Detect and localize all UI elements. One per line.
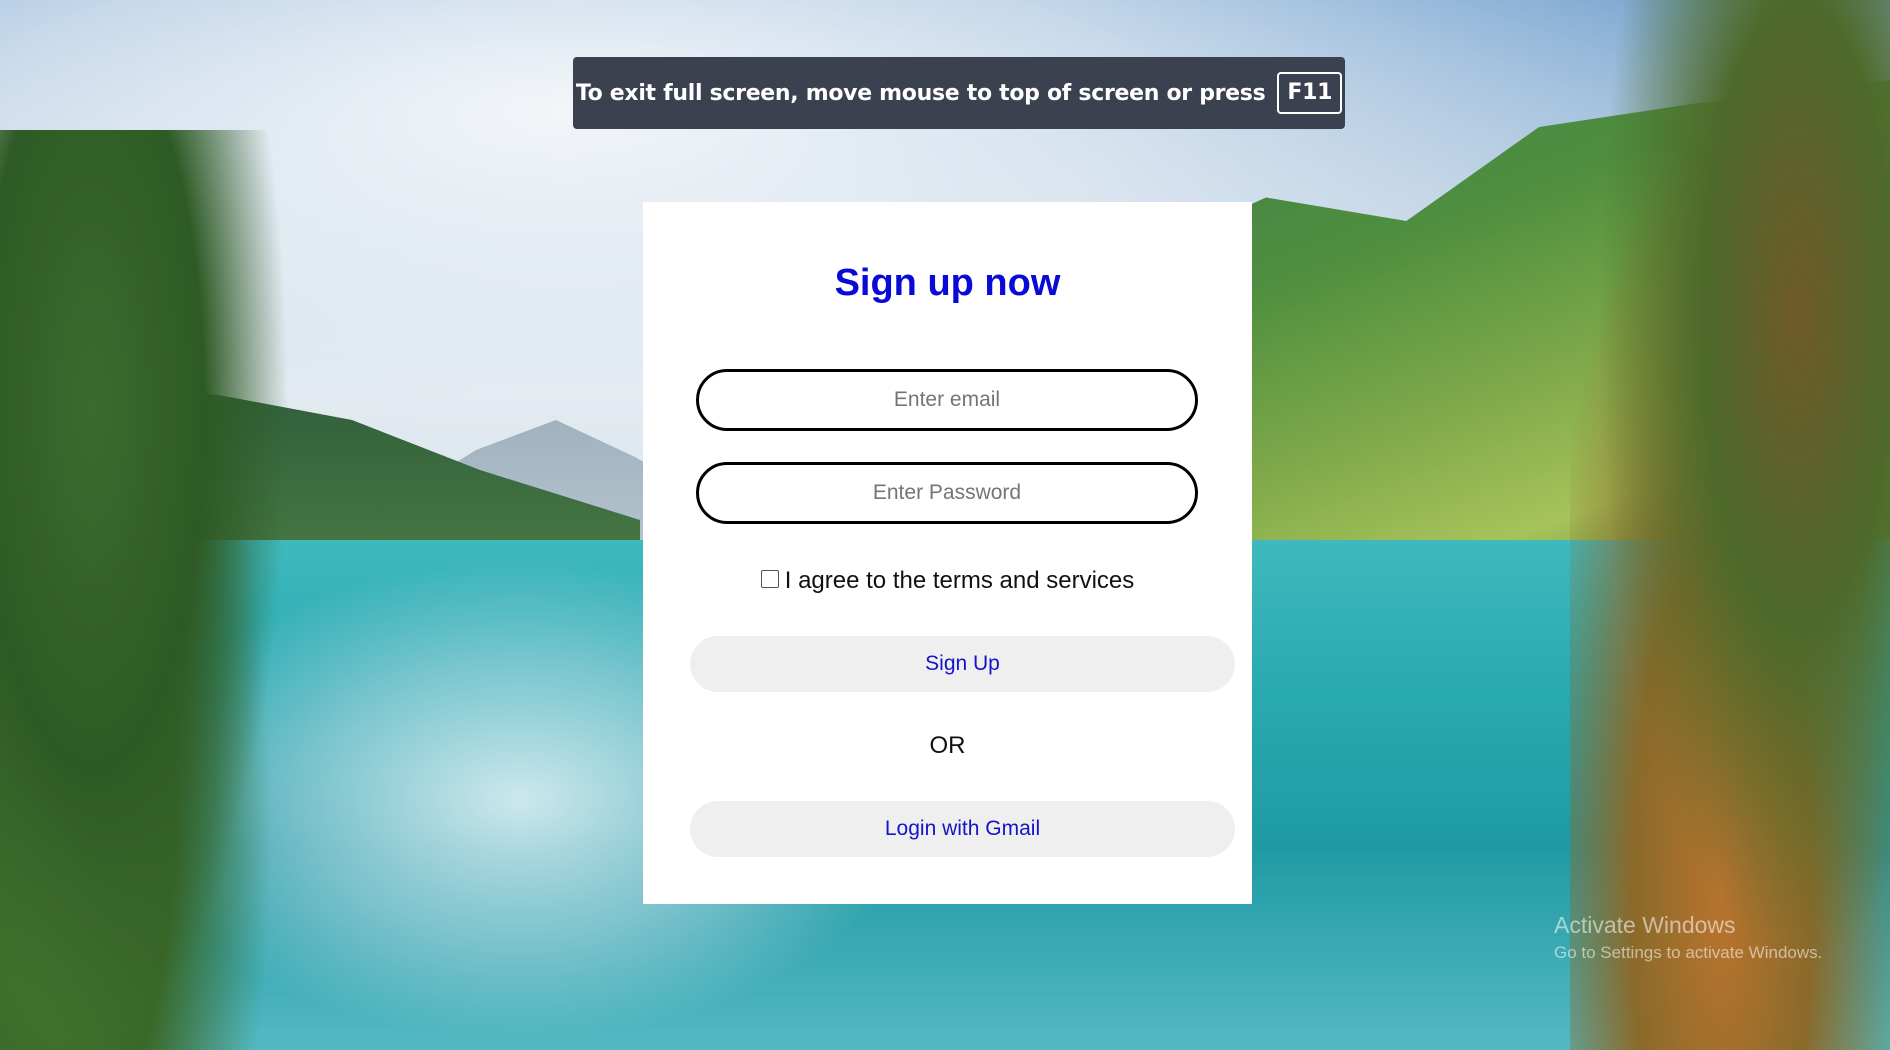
left-tree-foliage bbox=[0, 130, 290, 1050]
password-input[interactable] bbox=[696, 462, 1198, 524]
watermark-title: Activate Windows bbox=[1554, 912, 1736, 938]
fullscreen-message: To exit full screen, move mouse to top o… bbox=[575, 80, 1266, 106]
f11-key-badge: F11 bbox=[1277, 72, 1343, 114]
activate-windows-watermark: Activate Windows Go to Settings to activ… bbox=[1554, 912, 1822, 963]
right-tree-foliage bbox=[1570, 0, 1890, 1050]
signup-button[interactable]: Sign Up bbox=[690, 636, 1235, 692]
login-with-gmail-button[interactable]: Login with Gmail bbox=[690, 801, 1235, 857]
fullscreen-banner: To exit full screen, move mouse to top o… bbox=[573, 57, 1345, 129]
or-divider-text: OR bbox=[929, 732, 966, 759]
signup-card: Sign up now I agree to the terms and ser… bbox=[643, 202, 1252, 904]
terms-label[interactable]: I agree to the terms and services bbox=[785, 567, 1135, 595]
background-landscape: To exit full screen, move mouse to top o… bbox=[0, 0, 1890, 1050]
terms-row: I agree to the terms and services bbox=[643, 567, 1252, 595]
email-input[interactable] bbox=[696, 369, 1198, 431]
watermark-subtitle: Go to Settings to activate Windows. bbox=[1554, 943, 1823, 962]
signup-title: Sign up now bbox=[834, 262, 1061, 304]
terms-checkbox[interactable] bbox=[760, 570, 779, 588]
